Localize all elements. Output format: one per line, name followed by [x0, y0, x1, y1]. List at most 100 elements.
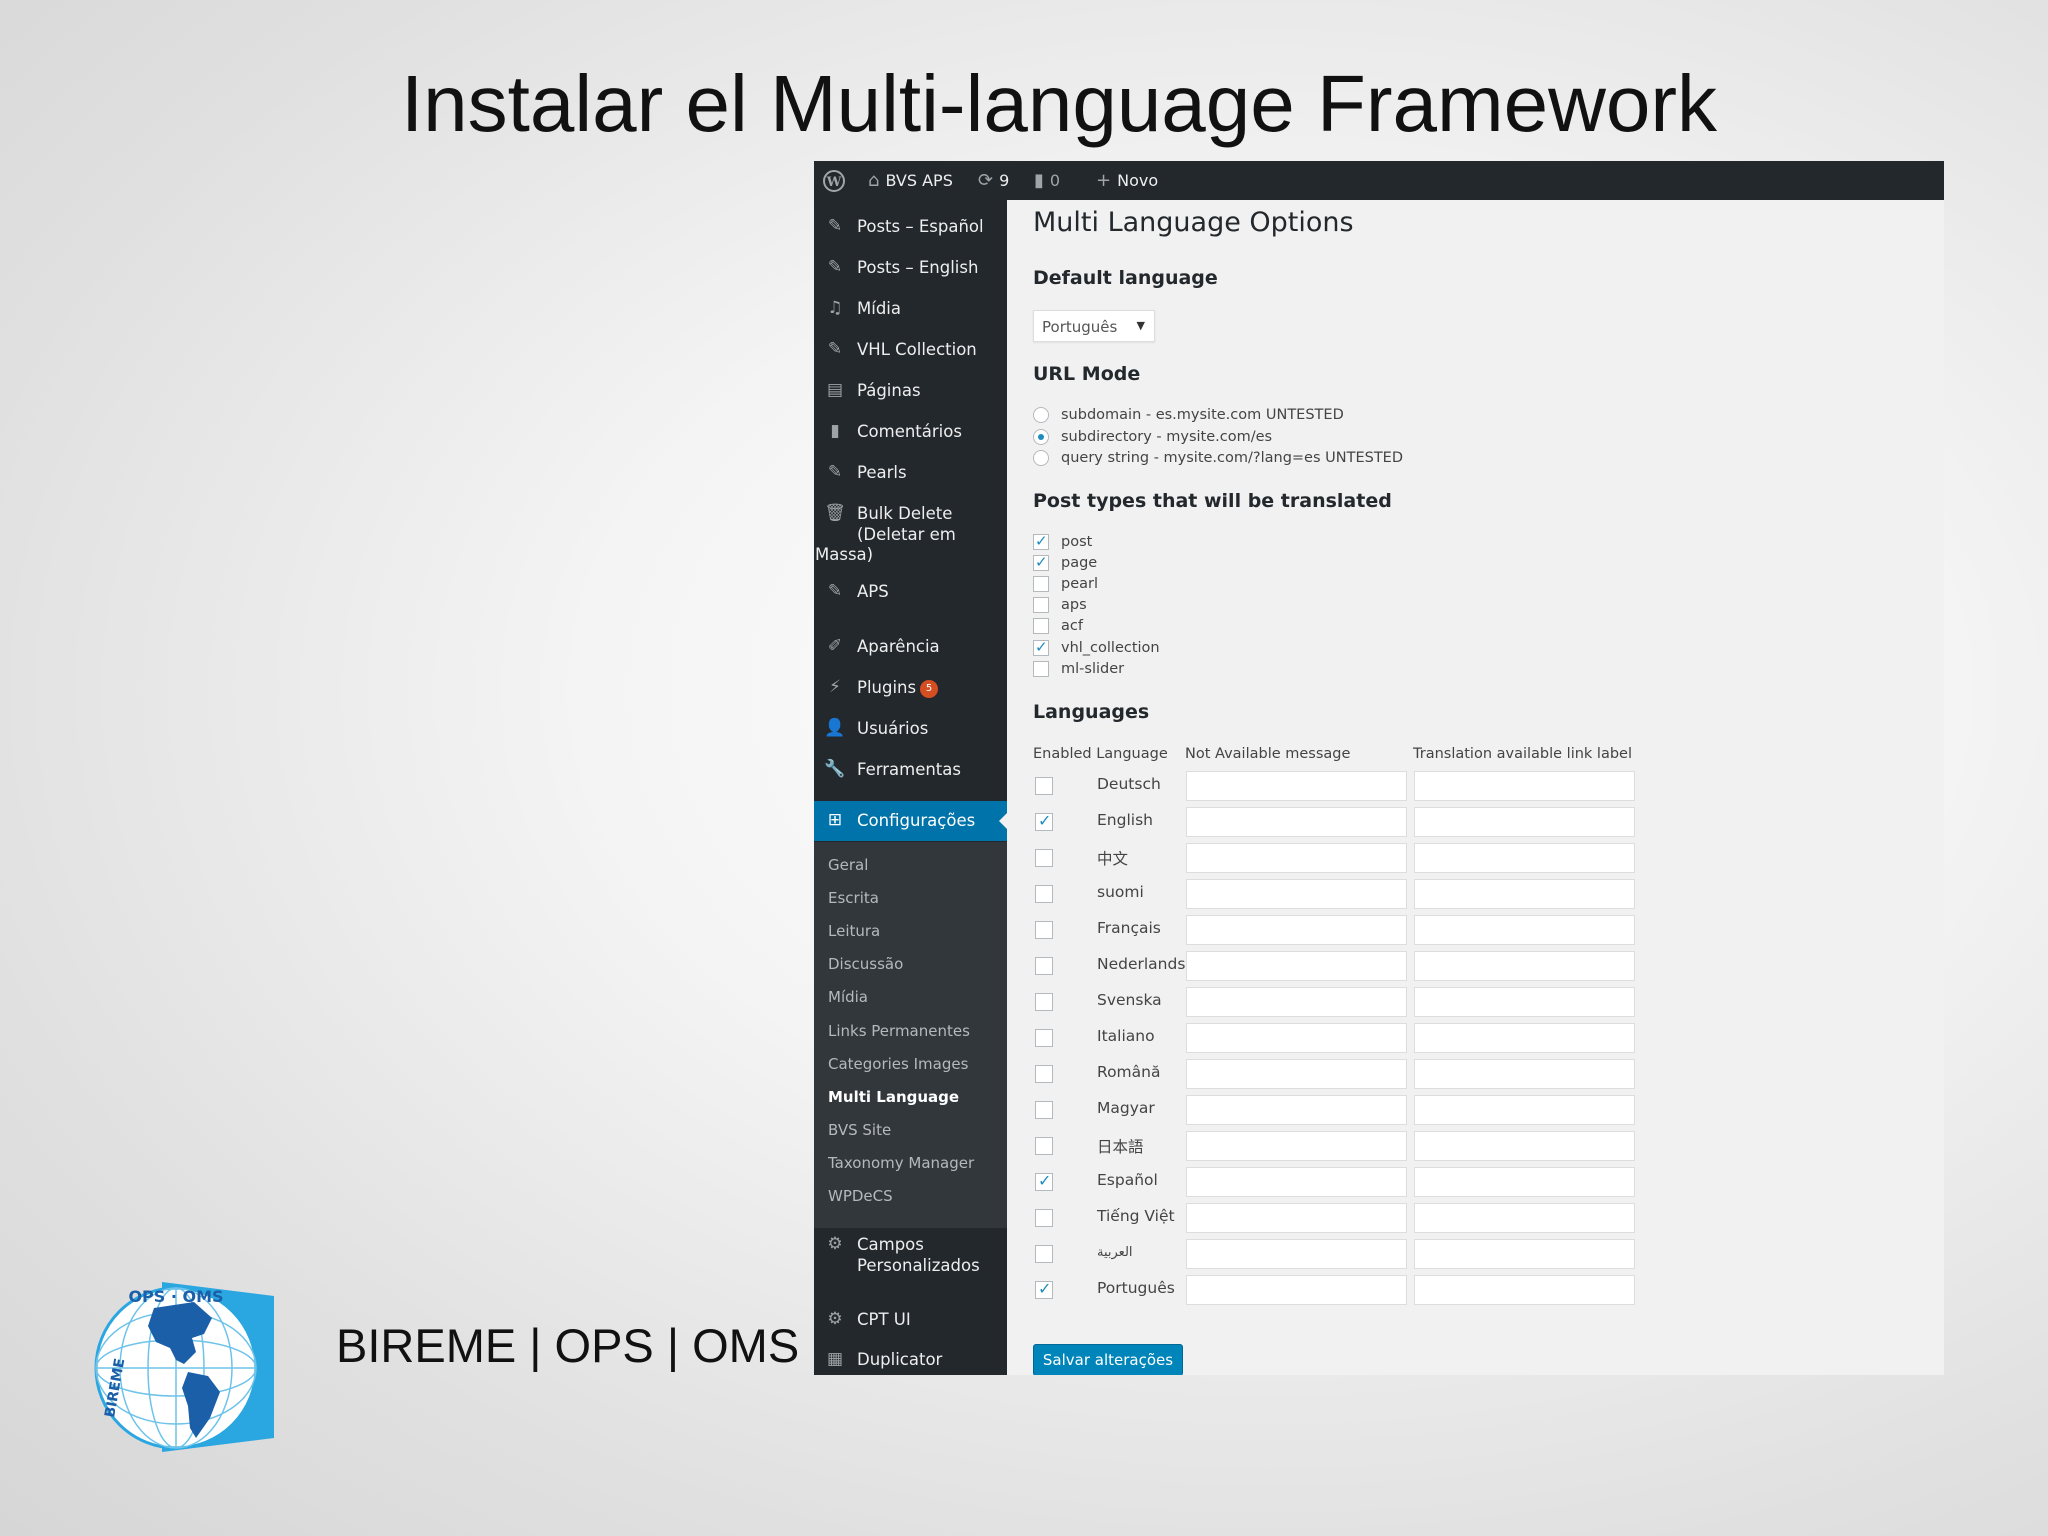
user-icon: 👤 — [824, 718, 846, 738]
pin-icon: ✎ — [827, 462, 843, 482]
plus-icon: + — [1096, 170, 1112, 191]
language-enabled-checkbox[interactable] — [1035, 1101, 1053, 1119]
radio-query-string[interactable] — [1033, 450, 1049, 466]
checkbox-aps[interactable] — [1033, 597, 1049, 613]
language-enabled-checkbox[interactable] — [1035, 1245, 1053, 1263]
language-enabled-checkbox[interactable] — [1035, 1029, 1053, 1047]
checkbox-page[interactable] — [1033, 553, 1049, 571]
language-enabled-checkbox[interactable] — [1035, 1279, 1053, 1299]
not-available-input[interactable] — [1186, 807, 1407, 837]
language-row: Português — [1033, 1272, 1635, 1308]
plugins-update-badge: 5 — [920, 680, 939, 698]
default-language-select[interactable]: Português ▼ — [1033, 310, 1155, 342]
submenu-wpdecs[interactable]: WPDeCS — [828, 1187, 893, 1205]
submenu-multi-language[interactable]: Multi Language — [828, 1088, 959, 1106]
translation-label-input[interactable] — [1414, 771, 1635, 801]
not-available-input[interactable] — [1186, 1131, 1407, 1161]
language-enabled-checkbox[interactable] — [1035, 1171, 1053, 1191]
language-enabled-checkbox[interactable] — [1035, 993, 1053, 1011]
wordpress-logo-icon[interactable]: W — [822, 161, 846, 200]
not-available-input[interactable] — [1186, 1239, 1407, 1269]
checkbox-pearl[interactable] — [1033, 576, 1049, 592]
bireme-ops-oms-logo: OPS · OMS BIREME — [84, 1268, 280, 1464]
language-enabled-checkbox[interactable] — [1035, 811, 1053, 831]
not-available-input[interactable] — [1186, 1275, 1407, 1305]
comments-link[interactable]: ▮ 0 — [1034, 161, 1060, 200]
language-enabled-checkbox[interactable] — [1035, 921, 1053, 939]
not-available-input[interactable] — [1186, 879, 1407, 909]
language-row: suomi — [1033, 876, 1635, 912]
submenu-categories-images[interactable]: Categories Images — [828, 1055, 968, 1073]
translation-label-input[interactable] — [1414, 879, 1635, 909]
not-available-input[interactable] — [1186, 915, 1407, 945]
checkbox-vhl-collection[interactable] — [1033, 638, 1049, 656]
submenu-geral[interactable]: Geral — [828, 856, 868, 874]
not-available-input[interactable] — [1186, 987, 1407, 1017]
submenu-leitura[interactable]: Leitura — [828, 922, 880, 940]
language-enabled-checkbox[interactable] — [1035, 957, 1053, 975]
translation-label-input[interactable] — [1414, 1023, 1635, 1053]
translation-label-input[interactable] — [1414, 1203, 1635, 1233]
menu-bulk-delete[interactable]: 🗑 Bulk Delete (Deletar em Massa) — [814, 503, 1007, 564]
gear-icon: ⚙ — [827, 1309, 843, 1329]
language-enabled-checkbox[interactable] — [1035, 1209, 1053, 1227]
language-row: 中文 — [1033, 840, 1635, 876]
translation-label-input[interactable] — [1414, 843, 1635, 873]
submenu-discussao[interactable]: Discussão — [828, 955, 903, 973]
radio-subdomain[interactable] — [1033, 407, 1049, 423]
admin-sidebar: ✎ Posts – Español ✎ Posts – English ♫ Mí… — [814, 200, 1007, 1375]
translation-label-input[interactable] — [1414, 1059, 1635, 1089]
url-mode-heading: URL Mode — [1033, 363, 1141, 385]
submenu-links-permanentes[interactable]: Links Permanentes — [828, 1022, 970, 1040]
site-name-link[interactable]: ⌂ BVS APS — [868, 161, 953, 200]
language-enabled-checkbox[interactable] — [1035, 885, 1053, 903]
not-available-input[interactable] — [1186, 1203, 1407, 1233]
page-title: Multi Language Options — [1033, 207, 1354, 238]
translation-label-input[interactable] — [1414, 987, 1635, 1017]
language-row: Română — [1033, 1056, 1635, 1092]
submenu-taxonomy-manager[interactable]: Taxonomy Manager — [828, 1154, 974, 1172]
gear-icon: ⚙ — [827, 1234, 843, 1254]
not-available-input[interactable] — [1186, 1059, 1407, 1089]
new-content-link[interactable]: + Novo — [1096, 161, 1158, 200]
language-enabled-checkbox[interactable] — [1035, 1137, 1053, 1155]
menu-settings[interactable]: ⊞ Configurações — [814, 801, 1007, 841]
media-icon: ♫ — [827, 298, 843, 318]
translation-label-input[interactable] — [1414, 807, 1635, 837]
pin-icon: ✎ — [827, 257, 843, 277]
col-enabled-language: Enabled Language — [1033, 746, 1168, 762]
language-enabled-checkbox[interactable] — [1035, 1065, 1053, 1083]
checkbox-acf[interactable] — [1033, 618, 1049, 634]
translation-label-input[interactable] — [1414, 1239, 1635, 1269]
not-available-input[interactable] — [1186, 1167, 1407, 1197]
updates-link[interactable]: ⟳ 9 — [978, 161, 1009, 200]
language-enabled-checkbox[interactable] — [1035, 849, 1053, 867]
settings-icon: ⊞ — [827, 810, 843, 830]
refresh-icon: ⟳ — [978, 170, 994, 191]
language-enabled-checkbox[interactable] — [1035, 777, 1053, 795]
submenu-escrita[interactable]: Escrita — [828, 889, 879, 907]
radio-subdirectory[interactable] — [1033, 429, 1049, 445]
translation-label-input[interactable] — [1414, 1275, 1635, 1305]
footer-organizations: BIREME | OPS | OMS — [336, 1319, 800, 1372]
settings-content: Multi Language Options Default language … — [1007, 200, 1944, 1375]
not-available-input[interactable] — [1186, 951, 1407, 981]
not-available-input[interactable] — [1186, 843, 1407, 873]
menu-custom-fields[interactable]: ⚙ Campos Personalizados — [814, 1234, 1007, 1278]
submenu-midia[interactable]: Mídia — [828, 988, 868, 1006]
language-row: العربية — [1033, 1236, 1635, 1272]
translation-label-input[interactable] — [1414, 915, 1635, 945]
not-available-input[interactable] — [1186, 1095, 1407, 1125]
pages-icon: ▤ — [826, 380, 844, 400]
translation-label-input[interactable] — [1414, 1095, 1635, 1125]
translation-label-input[interactable] — [1414, 1131, 1635, 1161]
not-available-input[interactable] — [1186, 771, 1407, 801]
translation-label-input[interactable] — [1414, 1167, 1635, 1197]
chevron-down-icon: ▼ — [1136, 319, 1145, 332]
save-changes-button[interactable]: Salvar alterações — [1033, 1344, 1183, 1375]
translation-label-input[interactable] — [1414, 951, 1635, 981]
not-available-input[interactable] — [1186, 1023, 1407, 1053]
checkbox-ml-slider[interactable] — [1033, 661, 1049, 677]
submenu-bvs-site[interactable]: BVS Site — [828, 1121, 891, 1139]
checkbox-post[interactable] — [1033, 532, 1049, 550]
